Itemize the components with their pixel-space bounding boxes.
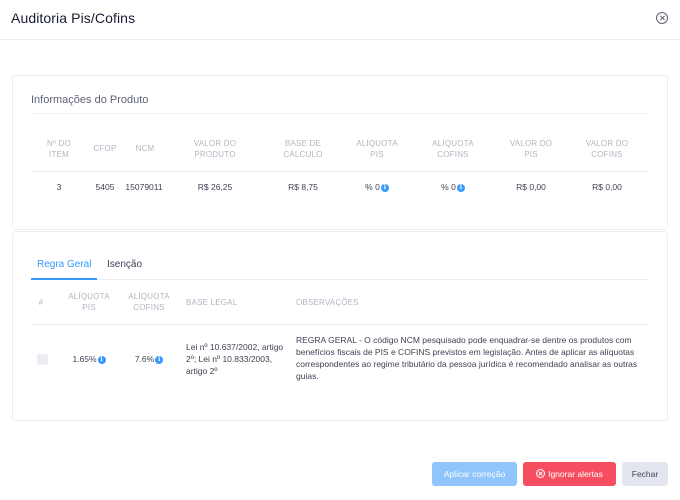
col-header-item: Nº DO ITEM bbox=[39, 138, 79, 160]
cell-valor-pis: R$ 0,00 bbox=[516, 182, 546, 192]
col-header-base-calculo: BASE DE CÁLCULO bbox=[273, 138, 333, 160]
col-header-aliquota-pis: ALÍQUOTA PIS bbox=[61, 291, 117, 313]
modal-header: Auditoria Pis/Cofins bbox=[0, 0, 680, 40]
info-icon[interactable]: i bbox=[456, 183, 465, 192]
col-header-line: ALÍQUOTA bbox=[356, 139, 398, 148]
divider bbox=[31, 113, 649, 114]
col-header-line: PIS bbox=[82, 303, 96, 312]
col-header-aliquota-pis: ALÍQUOTA PIS bbox=[347, 138, 407, 160]
info-icon[interactable]: i bbox=[97, 355, 106, 364]
info-icon[interactable]: i bbox=[155, 355, 164, 364]
aliquota-pis-value: % 0 bbox=[365, 182, 380, 192]
col-header-aliquota-cofins: ALÍQUOTA COFINS bbox=[423, 138, 483, 160]
cell-aliquota-cofins: 7.6% i bbox=[121, 354, 177, 365]
product-info-title: Informações do Produto bbox=[31, 94, 149, 106]
aliquota-pis-value: 1.65% bbox=[72, 354, 97, 364]
header-divider bbox=[31, 324, 649, 325]
col-header-cfop: CFOP bbox=[87, 143, 123, 154]
ignore-alerts-label: Ignorar alertas bbox=[548, 469, 603, 479]
cell-observacoes: REGRA GERAL - O código NCM pesquisado po… bbox=[296, 335, 638, 381]
close-icon[interactable] bbox=[656, 12, 668, 24]
cell-base-legal: Lei nº 10.637/2002, artigo 2º; Lei nº 10… bbox=[186, 342, 284, 376]
col-header-line: BASE DE bbox=[284, 139, 322, 148]
col-header-line: Nº DO bbox=[47, 139, 71, 148]
col-header-line: COFINS bbox=[133, 303, 165, 312]
col-header-line: ALÍQUOTA bbox=[432, 139, 474, 148]
modal-title: Auditoria Pis/Cofins bbox=[11, 10, 136, 26]
col-header-base-legal: BASE LEGAL bbox=[186, 298, 238, 307]
tab-isencao[interactable]: Isenção bbox=[107, 259, 142, 270]
col-header-line: CFOP bbox=[93, 144, 117, 153]
cell-aliquota-pis: 1.65% i bbox=[61, 354, 117, 365]
tab-regra-geral[interactable]: Regra Geral bbox=[37, 259, 91, 270]
product-info-card: Informações do Produto Nº DO ITEM CFOP N… bbox=[12, 75, 668, 230]
cell-cfop: 5405 bbox=[95, 182, 115, 192]
col-header-line: VALOR DO bbox=[509, 139, 553, 148]
rules-card: Regra Geral Isenção # ALÍQUOTA PIS ALÍQU… bbox=[12, 231, 668, 421]
col-header-line: NCM bbox=[135, 144, 155, 153]
col-header-valor-produto: VALOR DO PRODUTO bbox=[183, 138, 247, 160]
col-header-aliquota-cofins: ALÍQUOTA COFINS bbox=[121, 291, 177, 313]
col-header-line: VALOR DO bbox=[193, 139, 237, 148]
col-header-line: PIS bbox=[524, 150, 538, 159]
cell-ncm: 15079011 bbox=[125, 182, 163, 192]
aliquota-cofins-value: % 0 bbox=[441, 182, 456, 192]
cell-valor-produto: R$ 26,25 bbox=[197, 182, 233, 192]
col-header-line: ALÍQUOTA bbox=[128, 292, 170, 301]
close-button[interactable]: Fechar bbox=[622, 462, 668, 486]
ignore-alerts-button[interactable]: Ignorar alertas bbox=[523, 462, 616, 486]
cell-valor-cofins: R$ 0,00 bbox=[592, 182, 622, 192]
col-header-line: PIS bbox=[370, 150, 384, 159]
col-header-hash: # bbox=[38, 298, 44, 307]
col-header-ncm: NCM bbox=[127, 143, 163, 154]
cell-aliquota-pis: % 0i bbox=[347, 182, 407, 193]
active-tab-indicator bbox=[31, 278, 97, 280]
col-header-line: PRODUTO bbox=[194, 150, 236, 159]
col-header-valor-cofins: VALOR DO COFINS bbox=[577, 138, 637, 160]
cell-item: 3 bbox=[56, 182, 62, 192]
col-header-line: ALÍQUOTA bbox=[68, 292, 110, 301]
cell-base-calculo: R$ 8,75 bbox=[288, 182, 318, 192]
cell-aliquota-cofins: % 0i bbox=[423, 182, 483, 193]
x-circle-icon bbox=[536, 469, 546, 479]
col-header-valor-pis: VALOR DO PIS bbox=[501, 138, 561, 160]
col-header-line: ITEM bbox=[49, 150, 69, 159]
rules-tabs: Regra Geral Isenção bbox=[31, 259, 649, 270]
col-header-line: CÁLCULO bbox=[283, 150, 323, 159]
col-header-line: COFINS bbox=[437, 150, 469, 159]
col-header-line: COFINS bbox=[591, 150, 623, 159]
col-header-line: VALOR DO bbox=[585, 139, 629, 148]
tabs-divider bbox=[31, 279, 649, 280]
header-divider bbox=[31, 171, 649, 172]
apply-correction-button[interactable]: Aplicar correção bbox=[432, 462, 517, 486]
aliquota-cofins-value: 7.6% bbox=[134, 354, 155, 364]
rule-checkbox[interactable] bbox=[37, 354, 48, 365]
info-icon[interactable]: i bbox=[380, 183, 389, 192]
col-header-observacoes: OBSERVAÇÕES bbox=[296, 298, 359, 307]
